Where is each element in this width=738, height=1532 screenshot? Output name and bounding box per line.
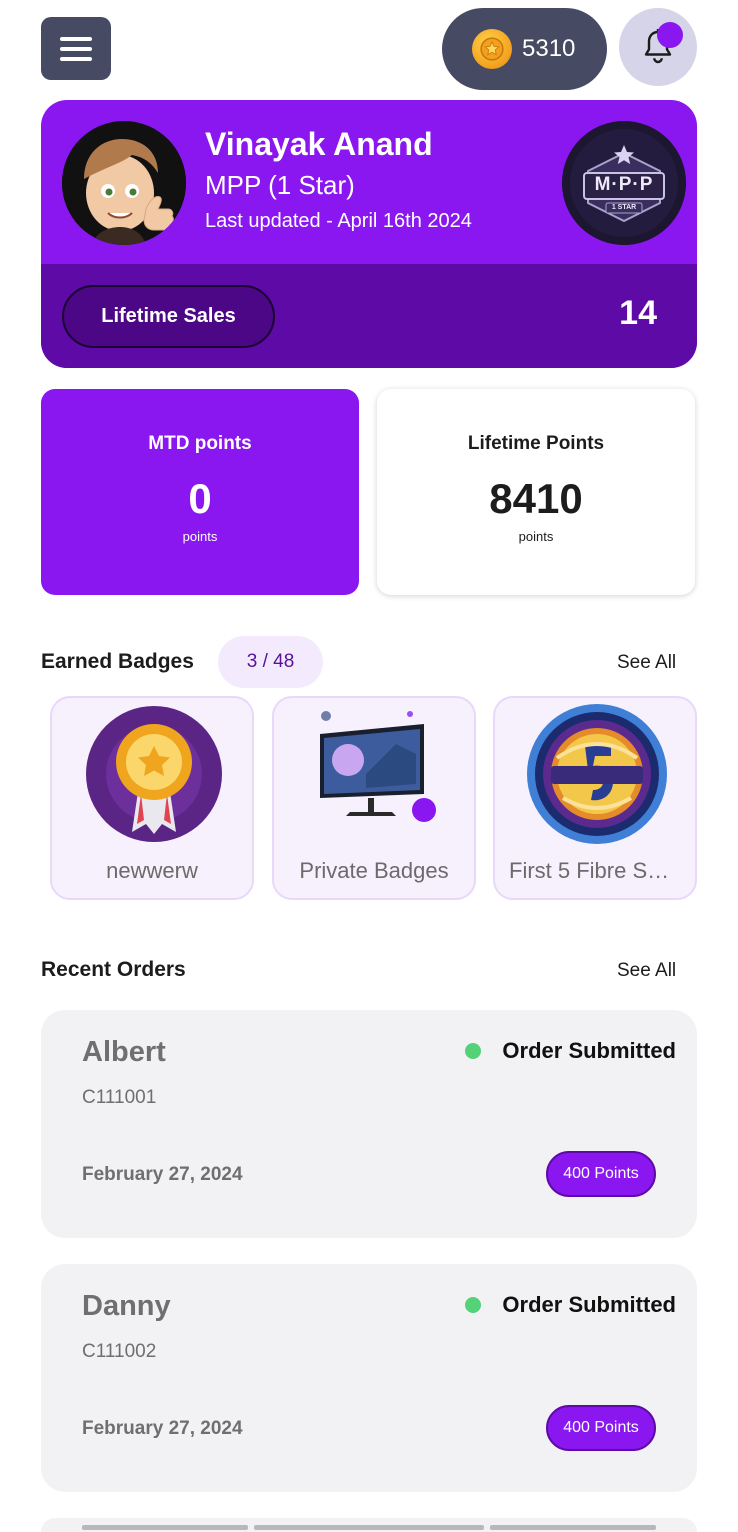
lifetime-points-card[interactable]: Lifetime Points 8410 points bbox=[377, 389, 695, 595]
congrats-5-fibre-sales-icon bbox=[527, 704, 667, 844]
order-status: Order Submitted bbox=[465, 1292, 676, 1318]
profile-summary-bar: Lifetime Sales 14 bbox=[41, 264, 697, 368]
avatar[interactable] bbox=[62, 121, 186, 245]
status-dot-icon bbox=[465, 1043, 482, 1059]
order-card[interactable]: Albert C111001 February 27, 2024 Order S… bbox=[41, 1010, 697, 1238]
lifetime-points-label: Lifetime Points bbox=[467, 433, 605, 454]
badge-card[interactable]: newwerw bbox=[50, 696, 254, 900]
order-status: Order Submitted bbox=[465, 1038, 676, 1064]
lifetime-points-value: 8410 bbox=[489, 475, 583, 522]
order-card[interactable]: Danny C111002 February 27, 2024 Order Su… bbox=[41, 1264, 697, 1492]
hamburger-icon-line bbox=[60, 36, 92, 41]
hamburger-icon-line bbox=[60, 46, 92, 51]
notification-dot bbox=[657, 22, 683, 48]
status-dot-icon bbox=[465, 1297, 482, 1313]
order-date: February 27, 2024 bbox=[82, 1164, 243, 1185]
star-coin-icon bbox=[472, 29, 512, 69]
monitor-icon bbox=[306, 704, 446, 844]
loading-bar-segment bbox=[490, 1525, 656, 1530]
recent-orders-title: Recent Orders bbox=[41, 958, 186, 981]
hamburger-icon-line bbox=[60, 56, 92, 61]
loading-bar-segment bbox=[82, 1525, 248, 1530]
lifetime-points-unit: points bbox=[518, 529, 554, 544]
order-customer-name: Danny bbox=[82, 1290, 171, 1322]
notifications-button[interactable] bbox=[619, 8, 697, 86]
tier-emblem-text: M·P·P bbox=[594, 174, 654, 195]
badge-label: Private Badges bbox=[299, 858, 449, 883]
mtd-points-label: MTD points bbox=[148, 433, 252, 454]
mtd-points-unit: points bbox=[182, 529, 218, 544]
lifetime-sales-button[interactable]: Lifetime Sales bbox=[62, 285, 275, 348]
ribbon-medal-icon bbox=[84, 704, 224, 844]
top-bar: 5310 bbox=[0, 0, 738, 96]
tier-emblem: M·P·P 1 STAR bbox=[562, 121, 686, 245]
loading-bar-segment bbox=[254, 1525, 484, 1530]
order-status-label: Order Submitted bbox=[502, 1038, 676, 1063]
badge-card[interactable]: First 5 Fibre Sales bbox=[493, 696, 697, 900]
mtd-points-value: 0 bbox=[188, 475, 212, 522]
last-updated-text: Last updated - April 16th 2024 bbox=[205, 210, 472, 232]
order-id: C111002 bbox=[82, 1341, 157, 1362]
tier-emblem-subtext: 1 STAR bbox=[611, 204, 637, 211]
menu-button[interactable] bbox=[41, 17, 111, 80]
mtd-points-card[interactable]: MTD points 0 points bbox=[41, 389, 359, 595]
badge-label: newwerw bbox=[106, 858, 198, 883]
badge-label: First 5 Fibre Sales bbox=[509, 858, 688, 883]
order-id: C111001 bbox=[82, 1087, 157, 1108]
order-date: February 27, 2024 bbox=[82, 1418, 243, 1439]
order-customer-name: Albert bbox=[82, 1036, 166, 1068]
coin-balance[interactable]: 5310 bbox=[442, 8, 607, 90]
profile-name: Vinayak Anand bbox=[205, 126, 433, 162]
order-points-badge: 400 Points bbox=[546, 1405, 656, 1451]
profile-card: Vinayak Anand MPP (1 Star) Last updated … bbox=[41, 100, 697, 368]
badge-count: 3 / 48 bbox=[218, 636, 323, 688]
order-status-label: Order Submitted bbox=[502, 1292, 676, 1317]
order-points-badge: 400 Points bbox=[546, 1151, 656, 1197]
lifetime-sales-value: 14 bbox=[619, 294, 657, 332]
badges-see-all-link[interactable]: See All bbox=[617, 652, 676, 674]
coin-count: 5310 bbox=[522, 35, 576, 62]
earned-badges-title: Earned Badges bbox=[41, 650, 194, 673]
orders-see-all-link[interactable]: See All bbox=[617, 960, 676, 982]
profile-tier: MPP (1 Star) bbox=[205, 170, 355, 200]
badge-card[interactable]: Private Badges bbox=[272, 696, 476, 900]
